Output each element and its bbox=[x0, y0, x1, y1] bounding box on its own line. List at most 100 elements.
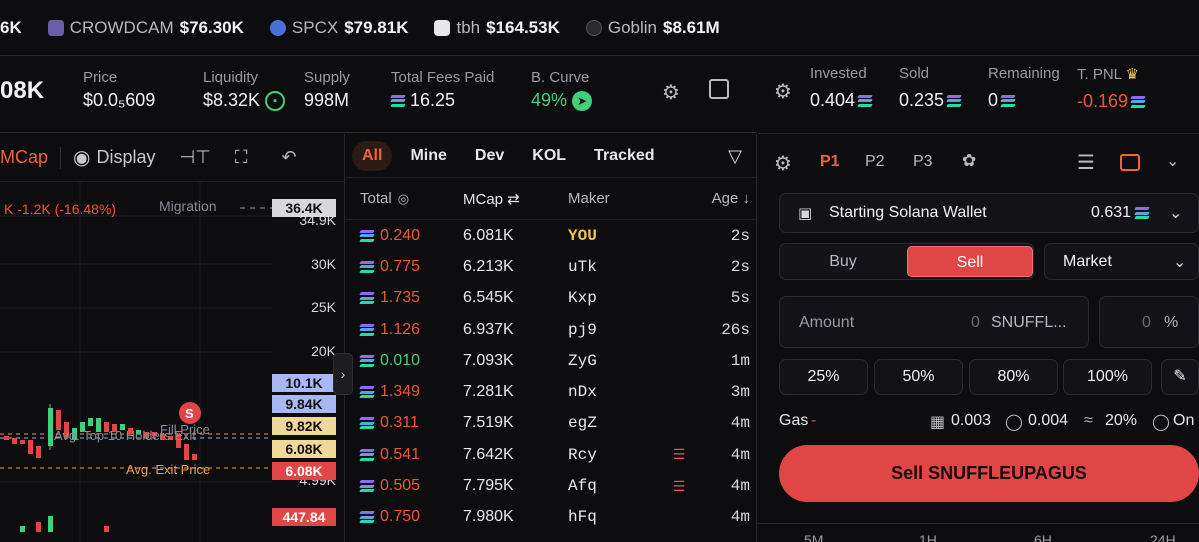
list-icon[interactable]: ☰ bbox=[1077, 150, 1095, 175]
order-type-value: Market bbox=[1063, 253, 1112, 270]
trade-total: 1.735 bbox=[346, 289, 451, 307]
preset-p1[interactable]: P1 bbox=[820, 153, 840, 171]
timeframe-1h[interactable]: 1H bbox=[919, 532, 937, 542]
gas-fee1: 0.003 bbox=[951, 412, 992, 429]
solana-icon bbox=[359, 511, 375, 524]
tab-all[interactable]: All bbox=[352, 140, 393, 171]
timeframe-24h[interactable]: 24H bbox=[1150, 532, 1176, 542]
solana-icon bbox=[359, 480, 375, 493]
trade-mcap: 6.545K bbox=[463, 289, 514, 307]
tab-mine[interactable]: Mine bbox=[400, 141, 456, 171]
layout-icon[interactable] bbox=[1120, 154, 1140, 171]
timeframe-5m[interactable]: 5M bbox=[804, 532, 823, 542]
trade-total-value: 0.505 bbox=[380, 477, 421, 495]
solana-icon bbox=[359, 323, 375, 336]
chevron-down-icon[interactable]: ⌄ bbox=[1166, 151, 1179, 171]
price-label: Price bbox=[83, 69, 118, 86]
gas-fee2: 0.004 bbox=[1028, 412, 1069, 429]
edit-presets-button[interactable]: ✎ bbox=[1161, 359, 1199, 395]
ticker-item[interactable]: CROWDCAM $76.30K bbox=[47, 18, 244, 38]
order-type-select[interactable]: Market ⌄ bbox=[1044, 243, 1199, 280]
timeframe-6h[interactable]: 6H bbox=[1034, 532, 1052, 542]
trade-maker[interactable]: nDx bbox=[558, 383, 668, 401]
trade-maker[interactable]: egZ bbox=[558, 414, 668, 432]
trade-mcap: 6.937K bbox=[463, 320, 514, 338]
trade-total: 1.126 bbox=[346, 321, 451, 339]
sell-submit-button[interactable]: Sell SNUFFLEUPAGUS bbox=[779, 445, 1199, 502]
collapse-panel-button[interactable]: › bbox=[333, 353, 353, 395]
ticker-item[interactable]: SPCX $79.81K bbox=[269, 17, 408, 38]
settings-icon[interactable]: ⚙ bbox=[662, 80, 680, 105]
trade-row[interactable]: 0.010 7.093K ZyG 1m bbox=[346, 345, 756, 376]
trade-row[interactable]: 0.775 6.213K uTk 2s bbox=[346, 251, 756, 282]
supply-label: Supply bbox=[304, 69, 350, 86]
trade-row[interactable]: 0.750 7.980K hFq 4m bbox=[346, 502, 756, 533]
trade-maker[interactable]: ZyG bbox=[558, 352, 668, 370]
mcap-toggle[interactable]: MCap bbox=[0, 147, 48, 168]
trade-row[interactable]: 1.126 6.937K pj9 26s bbox=[346, 314, 756, 345]
preset-p3[interactable]: P3 bbox=[913, 153, 933, 171]
spcx-icon bbox=[269, 19, 286, 36]
ticker-item[interactable]: tbh $164.53K bbox=[434, 17, 560, 38]
trade-maker[interactable]: Rcy bbox=[558, 446, 668, 464]
price-chart[interactable]: MCap ◉ Display ⊣⊤ ⛶ ↶ K -1.2K (-16.48%) … bbox=[0, 134, 345, 542]
fire-icon[interactable]: ✿ bbox=[962, 151, 976, 171]
col-total[interactable]: Total ◎ bbox=[346, 190, 451, 207]
pct-25-button[interactable]: 25% bbox=[779, 359, 868, 395]
pct-100-button[interactable]: 100% bbox=[1063, 359, 1152, 395]
ticker-item[interactable]: 6K bbox=[0, 18, 22, 38]
trade-maker[interactable]: YOU bbox=[558, 227, 668, 245]
sell-tab[interactable]: Sell bbox=[907, 246, 1033, 277]
buy-tab[interactable]: Buy bbox=[780, 244, 906, 279]
trade-mcap: 7.980K bbox=[463, 508, 514, 526]
fullscreen-icon[interactable]: ⛶ bbox=[235, 147, 248, 168]
trade-maker[interactable]: uTk bbox=[558, 258, 668, 276]
trade-maker[interactable]: Kxp bbox=[558, 289, 668, 307]
fees-value: 16.25 bbox=[410, 90, 456, 110]
trade-maker[interactable]: Afq bbox=[558, 477, 668, 495]
indicators-icon[interactable]: ⊣⊤ bbox=[180, 147, 211, 168]
solana-icon bbox=[359, 229, 375, 242]
fees-stat: Total Fees Paid 16.25 bbox=[390, 69, 494, 111]
trade-row[interactable]: 1.349 7.281K nDx 3m bbox=[346, 376, 756, 407]
axis-tick: 30K bbox=[311, 256, 336, 272]
wallet-icon: ▣ bbox=[798, 205, 813, 222]
filter-icon[interactable]: ▽ bbox=[728, 146, 742, 167]
display-button[interactable]: ◉ Display bbox=[73, 145, 155, 170]
settings-icon[interactable]: ⚙ bbox=[774, 151, 792, 176]
trade-row[interactable]: 0.311 7.519K egZ 4m bbox=[346, 408, 756, 439]
preset-p2[interactable]: P2 bbox=[865, 153, 885, 171]
ticker-name: tbh bbox=[456, 17, 481, 37]
trade-maker[interactable]: pj9 bbox=[558, 321, 668, 339]
liquidity-stat: Liquidity $8.32K ▪ bbox=[203, 69, 286, 111]
coins-icon: ◯ bbox=[1005, 414, 1023, 431]
tab-dev[interactable]: Dev bbox=[465, 141, 514, 171]
undo-icon[interactable]: ↶ bbox=[281, 147, 296, 168]
pct-80-button[interactable]: 80% bbox=[969, 359, 1058, 395]
volume-bars bbox=[20, 516, 109, 532]
pct-50-button[interactable]: 50% bbox=[874, 359, 963, 395]
percent-input[interactable]: 0 % bbox=[1099, 296, 1199, 348]
solana-icon bbox=[359, 354, 375, 367]
col-age[interactable]: Age ↓ bbox=[668, 190, 750, 207]
tab-kol[interactable]: KOL bbox=[522, 141, 576, 171]
settings-icon[interactable]: ⚙ bbox=[774, 79, 792, 104]
liquidity-value: $8.32K bbox=[203, 90, 261, 110]
trade-row[interactable]: 0.541 7.642K Rcy ☰ 4m bbox=[346, 439, 756, 470]
trade-mcap: 6.081K bbox=[463, 226, 514, 244]
trade-total: 0.010 bbox=[346, 352, 451, 370]
trade-row[interactable]: 0.505 7.795K Afq ☰ 4m bbox=[346, 470, 756, 501]
panel-toggle-icon[interactable] bbox=[709, 79, 729, 99]
trade-row[interactable]: 0.240 6.081K YOU 2s bbox=[346, 220, 756, 251]
trade-row[interactable]: 1.735 6.545K Kxp 5s bbox=[346, 283, 756, 314]
wallet-selector[interactable]: ▣ Starting Solana Wallet 0.631 ⌄ bbox=[779, 193, 1199, 233]
pnl-value: -0.169 bbox=[1077, 91, 1129, 111]
ticker-item[interactable]: Goblin $8.61M bbox=[585, 18, 720, 38]
tab-tracked[interactable]: Tracked bbox=[584, 141, 664, 171]
trade-total-value: 1.735 bbox=[380, 289, 421, 307]
amount-input[interactable]: Amount 0 SNUFFL... bbox=[779, 296, 1089, 348]
trade-maker[interactable]: hFq bbox=[558, 508, 668, 526]
trade-total-value: 0.010 bbox=[380, 351, 421, 369]
ticker-name: SPCX bbox=[291, 17, 339, 37]
col-mcap[interactable]: MCap ⇄ bbox=[451, 190, 558, 208]
